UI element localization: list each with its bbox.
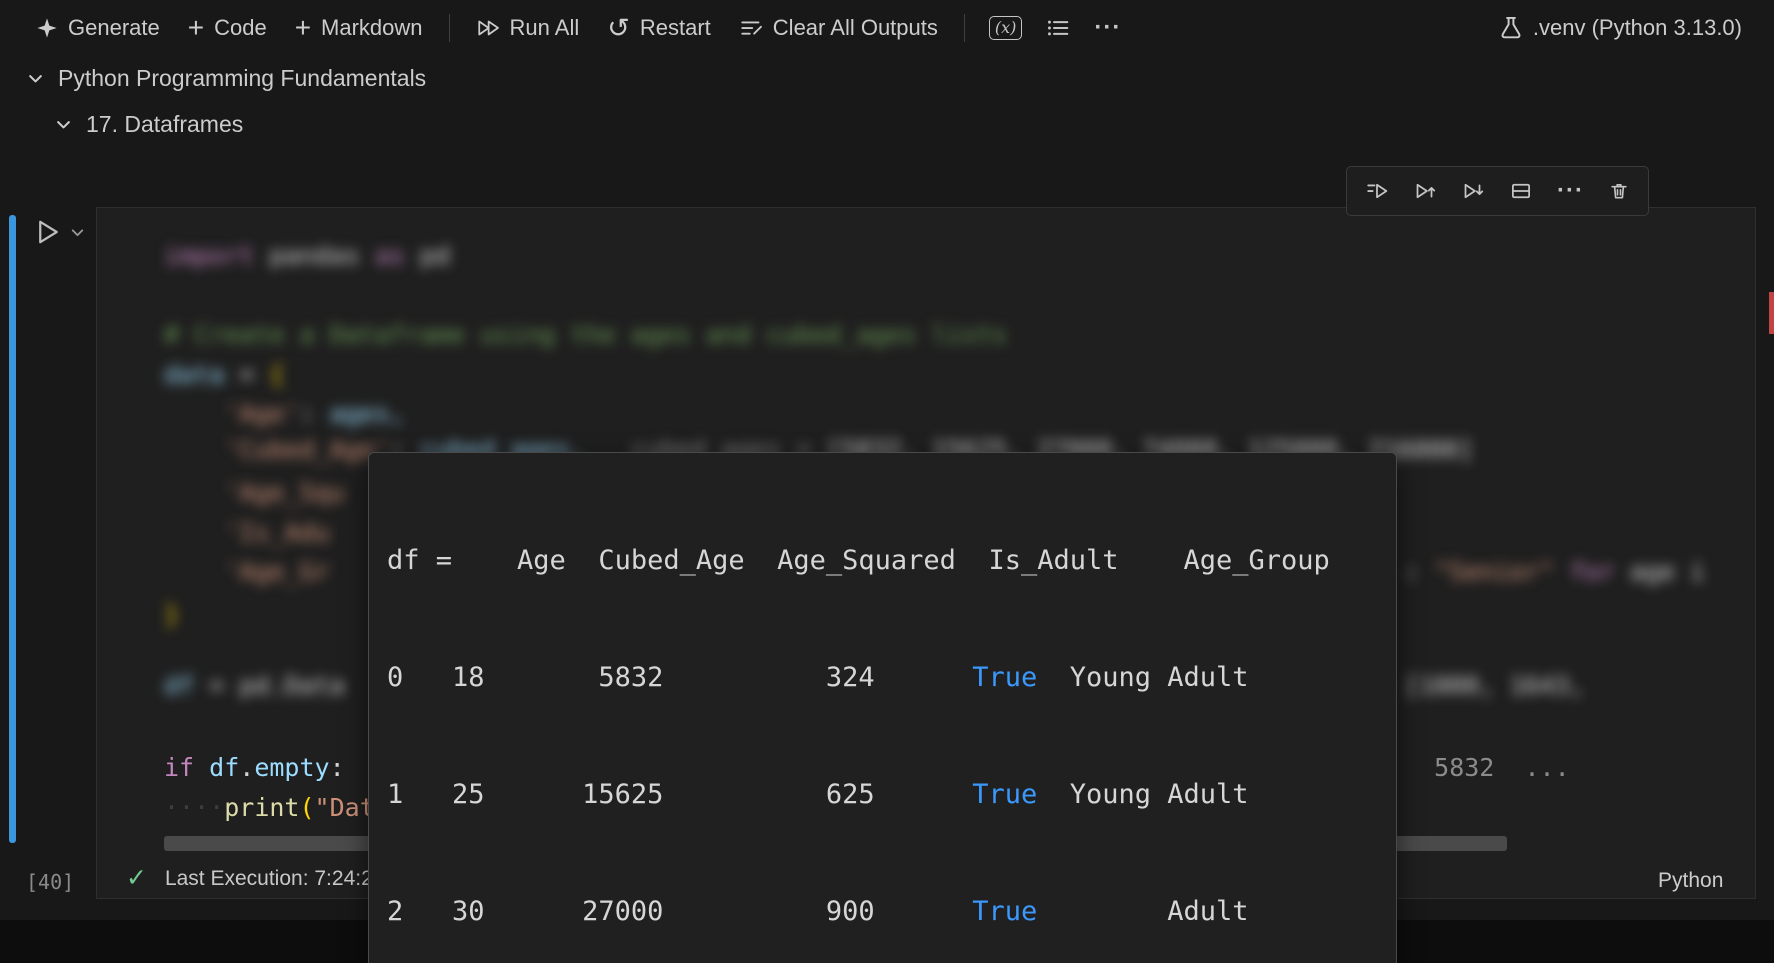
run-by-line-button[interactable] xyxy=(1357,177,1397,205)
run-all-icon xyxy=(476,18,500,38)
blurred-code-fragment: [1000, 1643, xyxy=(1404,666,1585,705)
indent-whitespace-dots: ···· xyxy=(164,793,224,822)
cell-toolbar: ··· xyxy=(1346,166,1649,216)
cell-more-actions-button[interactable]: ··· xyxy=(1549,173,1592,209)
kernel-label: .venv (Python 3.13.0) xyxy=(1533,15,1742,41)
overview-ruler-error-mark xyxy=(1769,292,1774,334)
clear-outputs-button[interactable]: Clear All Outputs xyxy=(725,9,952,47)
add-markdown-label: Markdown xyxy=(321,15,422,41)
section-title-row[interactable]: 17. Dataframes xyxy=(48,110,249,139)
toolbar-separator xyxy=(964,14,965,42)
plus-icon: + xyxy=(188,18,204,38)
toolbar-separator xyxy=(449,14,450,42)
chevron-down-icon xyxy=(54,115,73,134)
run-above-icon xyxy=(1413,181,1437,201)
tooltip-row: 1 25 15625 625 True Young Adult xyxy=(387,775,1378,814)
tooltip-row: 0 18 5832 324 True Young Adult xyxy=(387,658,1378,697)
split-cell-button[interactable] xyxy=(1501,177,1541,205)
run-all-button[interactable]: Run All xyxy=(462,9,594,47)
blurred-code-line: 'Age': ages, xyxy=(164,394,405,433)
notebook-title: Python Programming Fundamentals xyxy=(58,65,426,92)
chevron-down-icon xyxy=(26,69,45,88)
add-code-label: Code xyxy=(214,15,267,41)
ellipsis-icon: ··· xyxy=(1094,14,1121,42)
tooltip-header: df = Age Cubed_Age Age_Squared Is_Adult … xyxy=(387,541,1378,580)
notebook-toolbar: Generate + Code + Markdown Run All ↺ Res… xyxy=(0,0,1774,56)
run-by-line-icon xyxy=(1365,181,1389,201)
trash-icon xyxy=(1608,181,1630,201)
success-check-icon: ✓ xyxy=(126,866,147,891)
blurred-code-line: # Create a Dataframe using the ages and … xyxy=(164,315,1007,354)
blurred-code-line: 'Age_Squ xyxy=(164,473,345,512)
cell-language-picker[interactable]: Python xyxy=(1652,868,1729,894)
restart-label: Restart xyxy=(640,15,711,41)
more-actions-button[interactable]: ··· xyxy=(1082,8,1133,48)
blurred-code-line: 'Age_Gr xyxy=(164,552,330,591)
restart-icon: ↺ xyxy=(607,17,630,39)
blurred-code-line: } xyxy=(164,595,179,634)
kernel-picker[interactable]: .venv (Python 3.13.0) xyxy=(1493,14,1748,42)
generate-label: Generate xyxy=(68,15,160,41)
play-icon xyxy=(32,217,62,247)
add-markdown-button[interactable]: + Markdown xyxy=(281,9,437,47)
run-below-button[interactable] xyxy=(1453,177,1493,205)
split-cell-icon xyxy=(1509,181,1533,201)
plus-icon: + xyxy=(295,18,311,38)
blurred-code-line: import pandas as pd xyxy=(164,236,450,275)
variables-icon: (x) xyxy=(989,16,1023,40)
cell-focus-bar xyxy=(9,215,16,843)
generate-button[interactable]: Generate xyxy=(22,9,174,47)
clear-outputs-label: Clear All Outputs xyxy=(773,15,938,41)
run-all-label: Run All xyxy=(510,15,580,41)
execution-count: [40] xyxy=(26,870,74,894)
blurred-code-fragment: : "Senior" for age i xyxy=(1404,552,1705,591)
dataframe-hover-tooltip: df = Age Cubed_Age Age_Squared Is_Adult … xyxy=(368,452,1397,963)
notebook-window: Generate + Code + Markdown Run All ↺ Res… xyxy=(0,0,1774,963)
tooltip-row: 2 30 27000 900 True Adult xyxy=(387,892,1378,931)
run-below-icon xyxy=(1461,181,1485,201)
chevron-down-icon xyxy=(69,224,86,241)
beaker-icon xyxy=(1499,16,1523,40)
blurred-code-line: df = pd.Data xyxy=(164,666,345,705)
clear-outputs-icon xyxy=(739,18,763,38)
run-above-button[interactable] xyxy=(1405,177,1445,205)
outline-button[interactable] xyxy=(1034,11,1082,45)
run-cell-button[interactable] xyxy=(26,216,92,248)
restart-button[interactable]: ↺ Restart xyxy=(593,9,725,47)
ellipsis-icon: ··· xyxy=(1557,177,1584,205)
notebook-title-row[interactable]: Python Programming Fundamentals xyxy=(20,64,432,93)
blurred-code-line: 'Is_Adu xyxy=(164,513,330,552)
blurred-code-line: data = { xyxy=(164,355,284,394)
sparkle-icon xyxy=(36,17,58,39)
variables-button[interactable]: (x) xyxy=(977,10,1035,46)
delete-cell-button[interactable] xyxy=(1600,177,1638,205)
add-code-button[interactable]: + Code xyxy=(174,9,281,47)
outline-icon xyxy=(1046,17,1070,39)
section-title: 17. Dataframes xyxy=(86,111,243,138)
